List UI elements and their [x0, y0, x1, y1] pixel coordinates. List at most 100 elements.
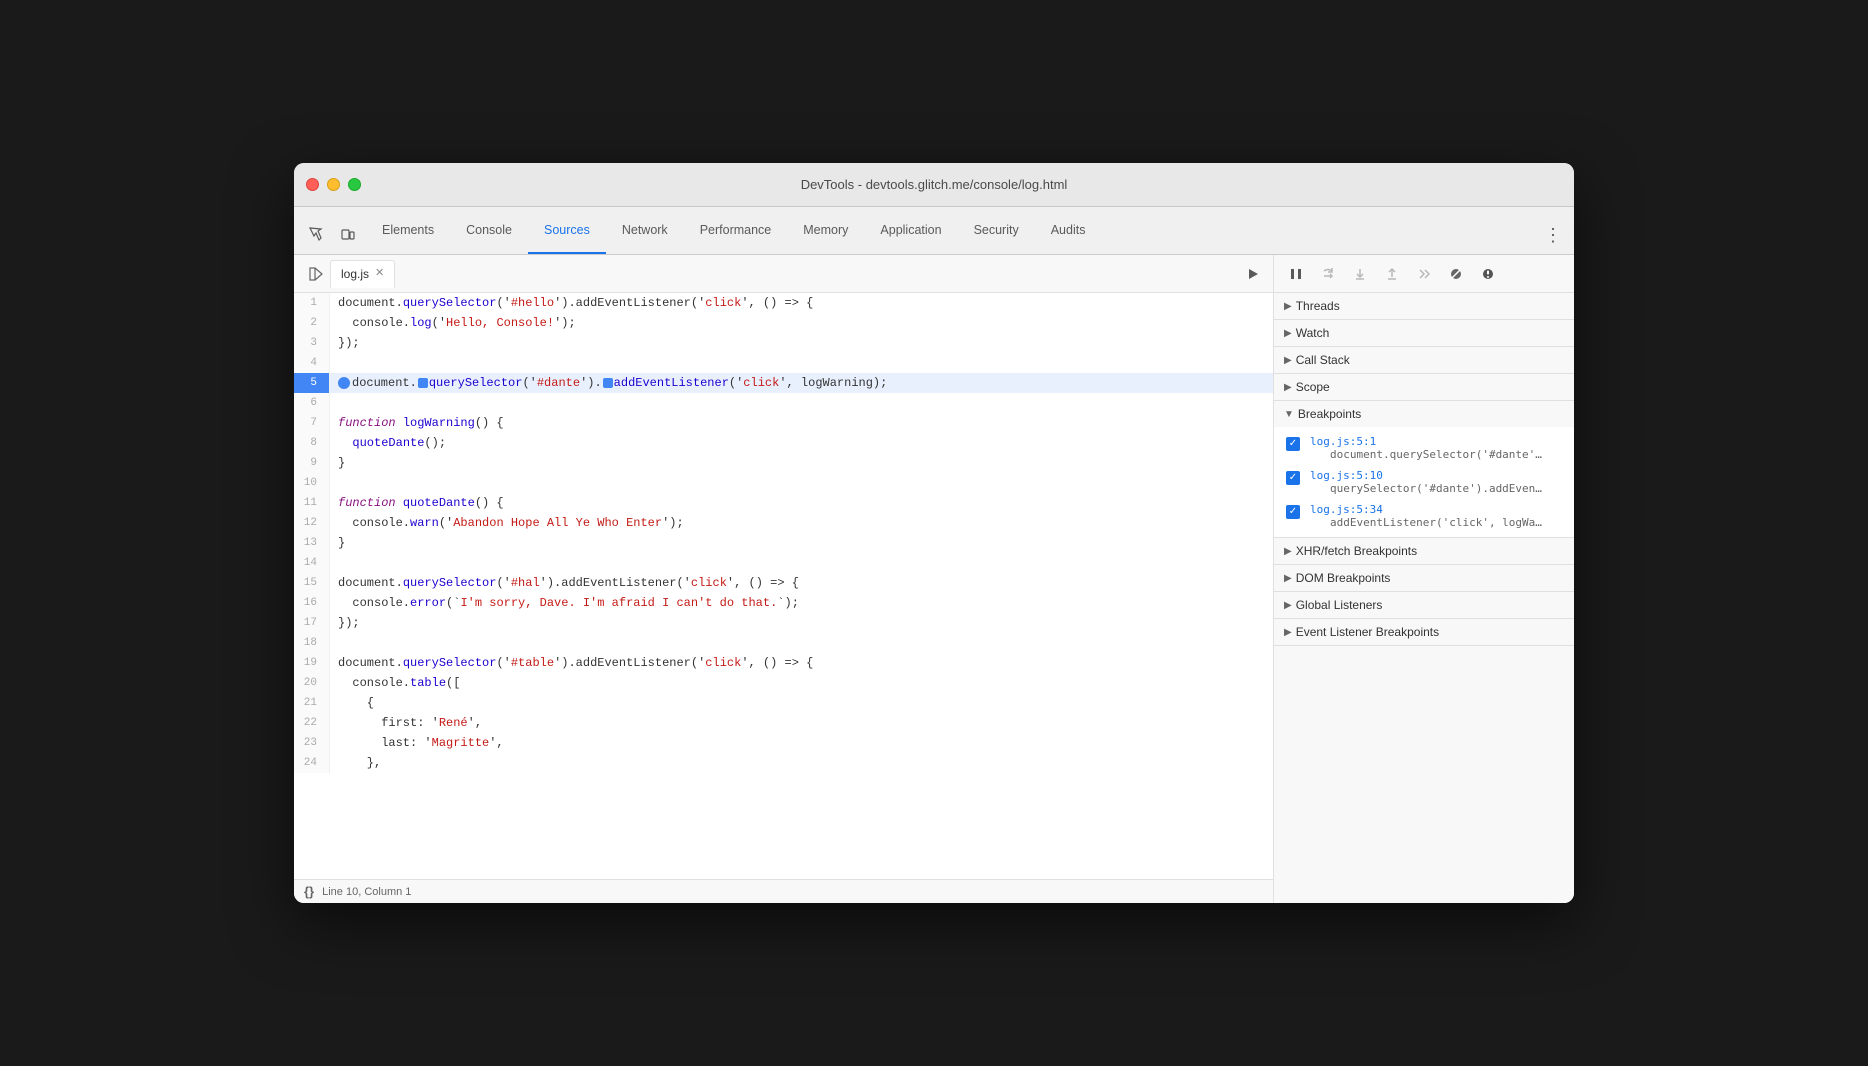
- status-bar: {} Line 10, Column 1: [294, 879, 1273, 903]
- tab-security[interactable]: Security: [958, 207, 1035, 254]
- code-line-20: 20 console.table([: [294, 673, 1273, 693]
- dom-chevron: ▶: [1284, 573, 1292, 584]
- more-tabs-icon[interactable]: ⋮: [1532, 225, 1574, 254]
- watch-section: ▶ Watch: [1274, 320, 1574, 347]
- tab-application[interactable]: Application: [864, 207, 957, 254]
- code-line-12: 12 console.warn('Abandon Hope All Ye Who…: [294, 513, 1273, 533]
- tab-network[interactable]: Network: [606, 207, 684, 254]
- call-stack-header[interactable]: ▶ Call Stack: [1274, 347, 1574, 373]
- scope-chevron: ▶: [1284, 382, 1292, 393]
- code-line-21: 21 {: [294, 693, 1273, 713]
- code-line-4: 4: [294, 353, 1273, 373]
- call-stack-label: Call Stack: [1296, 353, 1350, 367]
- minimize-button[interactable]: [327, 178, 340, 191]
- code-line-19: 19 document.querySelector('#table').addE…: [294, 653, 1273, 673]
- file-tab-name: log.js: [341, 267, 369, 281]
- threads-chevron: ▶: [1284, 301, 1292, 312]
- deactivate-breakpoints-button[interactable]: [1442, 260, 1470, 288]
- call-stack-chevron: ▶: [1284, 355, 1292, 366]
- code-line-2: 2 console.log('Hello, Console!');: [294, 313, 1273, 333]
- dom-breakpoints-section: ▶ DOM Breakpoints: [1274, 565, 1574, 592]
- tab-performance[interactable]: Performance: [684, 207, 788, 254]
- breakpoint-check-3[interactable]: [1286, 505, 1300, 519]
- code-line-24: 24 },: [294, 753, 1273, 773]
- scope-header[interactable]: ▶ Scope: [1274, 374, 1574, 400]
- global-listeners-label: Global Listeners: [1296, 598, 1383, 612]
- scope-section: ▶ Scope: [1274, 374, 1574, 401]
- step-into-button[interactable]: [1346, 260, 1374, 288]
- breakpoint-check-2[interactable]: [1286, 471, 1300, 485]
- dom-breakpoints-header[interactable]: ▶ DOM Breakpoints: [1274, 565, 1574, 591]
- code-line-17: 17 });: [294, 613, 1273, 633]
- xhr-label: XHR/fetch Breakpoints: [1296, 544, 1417, 558]
- cursor-position: Line 10, Column 1: [322, 886, 411, 898]
- code-line-11: 11 function quoteDante() {: [294, 493, 1273, 513]
- event-listener-breakpoints-section: ▶ Event Listener Breakpoints: [1274, 619, 1574, 646]
- step-out-button[interactable]: [1378, 260, 1406, 288]
- event-listener-breakpoints-header[interactable]: ▶ Event Listener Breakpoints: [1274, 619, 1574, 645]
- event-listener-label: Event Listener Breakpoints: [1296, 625, 1439, 639]
- event-listener-chevron: ▶: [1284, 627, 1292, 638]
- pause-on-exceptions-button[interactable]: [1474, 260, 1502, 288]
- code-line-15: 15 document.querySelector('#hal').addEve…: [294, 573, 1273, 593]
- watch-chevron: ▶: [1284, 328, 1292, 339]
- code-line-7: 7 function logWarning() {: [294, 413, 1273, 433]
- code-line-16: 16 console.error(`I'm sorry, Dave. I'm a…: [294, 593, 1273, 613]
- tab-bar: Elements Console Sources Network Perform…: [294, 207, 1574, 255]
- breakpoints-label: Breakpoints: [1298, 407, 1361, 421]
- code-line-5: 5 document.querySelector('#dante').​addE…: [294, 373, 1273, 393]
- execute-snippet-icon[interactable]: [1241, 262, 1265, 286]
- global-listeners-header[interactable]: ▶ Global Listeners: [1274, 592, 1574, 618]
- code-line-9: 9 }: [294, 453, 1273, 473]
- code-line-14: 14: [294, 553, 1273, 573]
- tab-console[interactable]: Console: [450, 207, 528, 254]
- pretty-print-icon[interactable]: {}: [304, 884, 314, 899]
- threads-section: ▶ Threads: [1274, 293, 1574, 320]
- threads-label: Threads: [1296, 299, 1340, 313]
- code-line-18: 18: [294, 633, 1273, 653]
- tab-audits[interactable]: Audits: [1035, 207, 1102, 254]
- pause-resume-button[interactable]: [1282, 260, 1310, 288]
- breakpoints-section: ▼ Breakpoints log.js:5:1 document.queryS…: [1274, 401, 1574, 538]
- breakpoints-header[interactable]: ▼ Breakpoints: [1274, 401, 1574, 427]
- main-content: log.js ✕ 1 document.querySelector('#hell: [294, 255, 1574, 903]
- debugger-toolbar: [1274, 255, 1574, 293]
- close-button[interactable]: [306, 178, 319, 191]
- tab-sources[interactable]: Sources: [528, 207, 606, 254]
- left-panel: log.js ✕ 1 document.querySelector('#hell: [294, 255, 1274, 903]
- file-tab-logjs[interactable]: log.js ✕: [330, 260, 395, 288]
- open-file-icon[interactable]: [302, 260, 330, 288]
- devtools-window: DevTools - devtools.glitch.me/console/lo…: [294, 163, 1574, 903]
- tab-memory[interactable]: Memory: [787, 207, 864, 254]
- bp-code-2: querySelector('#dante').addEven…: [1310, 482, 1562, 495]
- breakpoint-item-1[interactable]: log.js:5:1 document.querySelector('#dant…: [1274, 431, 1574, 465]
- global-listeners-section: ▶ Global Listeners: [1274, 592, 1574, 619]
- dom-label: DOM Breakpoints: [1296, 571, 1391, 585]
- scope-label: Scope: [1296, 380, 1330, 394]
- code-line-22: 22 first: 'René',: [294, 713, 1273, 733]
- breakpoint-item-2[interactable]: log.js:5:10 querySelector('#dante').addE…: [1274, 465, 1574, 499]
- step-button[interactable]: [1410, 260, 1438, 288]
- threads-header[interactable]: ▶ Threads: [1274, 293, 1574, 319]
- bp-code-3: addEventListener('click', logWa…: [1310, 516, 1562, 529]
- breakpoint-check-1[interactable]: [1286, 437, 1300, 451]
- right-panel: ▶ Threads ▶ Watch ▶ Call Stack: [1274, 255, 1574, 903]
- code-line-8: 8 quoteDante();: [294, 433, 1273, 453]
- inspect-element-icon[interactable]: [302, 220, 330, 248]
- tab-elements[interactable]: Elements: [366, 207, 450, 254]
- step-over-button[interactable]: [1314, 260, 1342, 288]
- xhr-breakpoints-header[interactable]: ▶ XHR/fetch Breakpoints: [1274, 538, 1574, 564]
- code-line-10: 10: [294, 473, 1273, 493]
- close-file-icon[interactable]: ✕: [375, 268, 384, 279]
- code-line-23: 23 last: 'Magritte',: [294, 733, 1273, 753]
- title-bar: DevTools - devtools.glitch.me/console/lo…: [294, 163, 1574, 207]
- maximize-button[interactable]: [348, 178, 361, 191]
- watch-label: Watch: [1296, 326, 1330, 340]
- breakpoint-item-3[interactable]: log.js:5:34 addEventListener('click', lo…: [1274, 499, 1574, 533]
- code-line-6: 6: [294, 393, 1273, 413]
- window-title: DevTools - devtools.glitch.me/console/lo…: [801, 177, 1068, 192]
- watch-header[interactable]: ▶ Watch: [1274, 320, 1574, 346]
- file-tab-bar: log.js ✕: [294, 255, 1273, 293]
- code-editor[interactable]: 1 document.querySelector('#hello').addEv…: [294, 293, 1273, 879]
- device-toggle-icon[interactable]: [334, 220, 362, 248]
